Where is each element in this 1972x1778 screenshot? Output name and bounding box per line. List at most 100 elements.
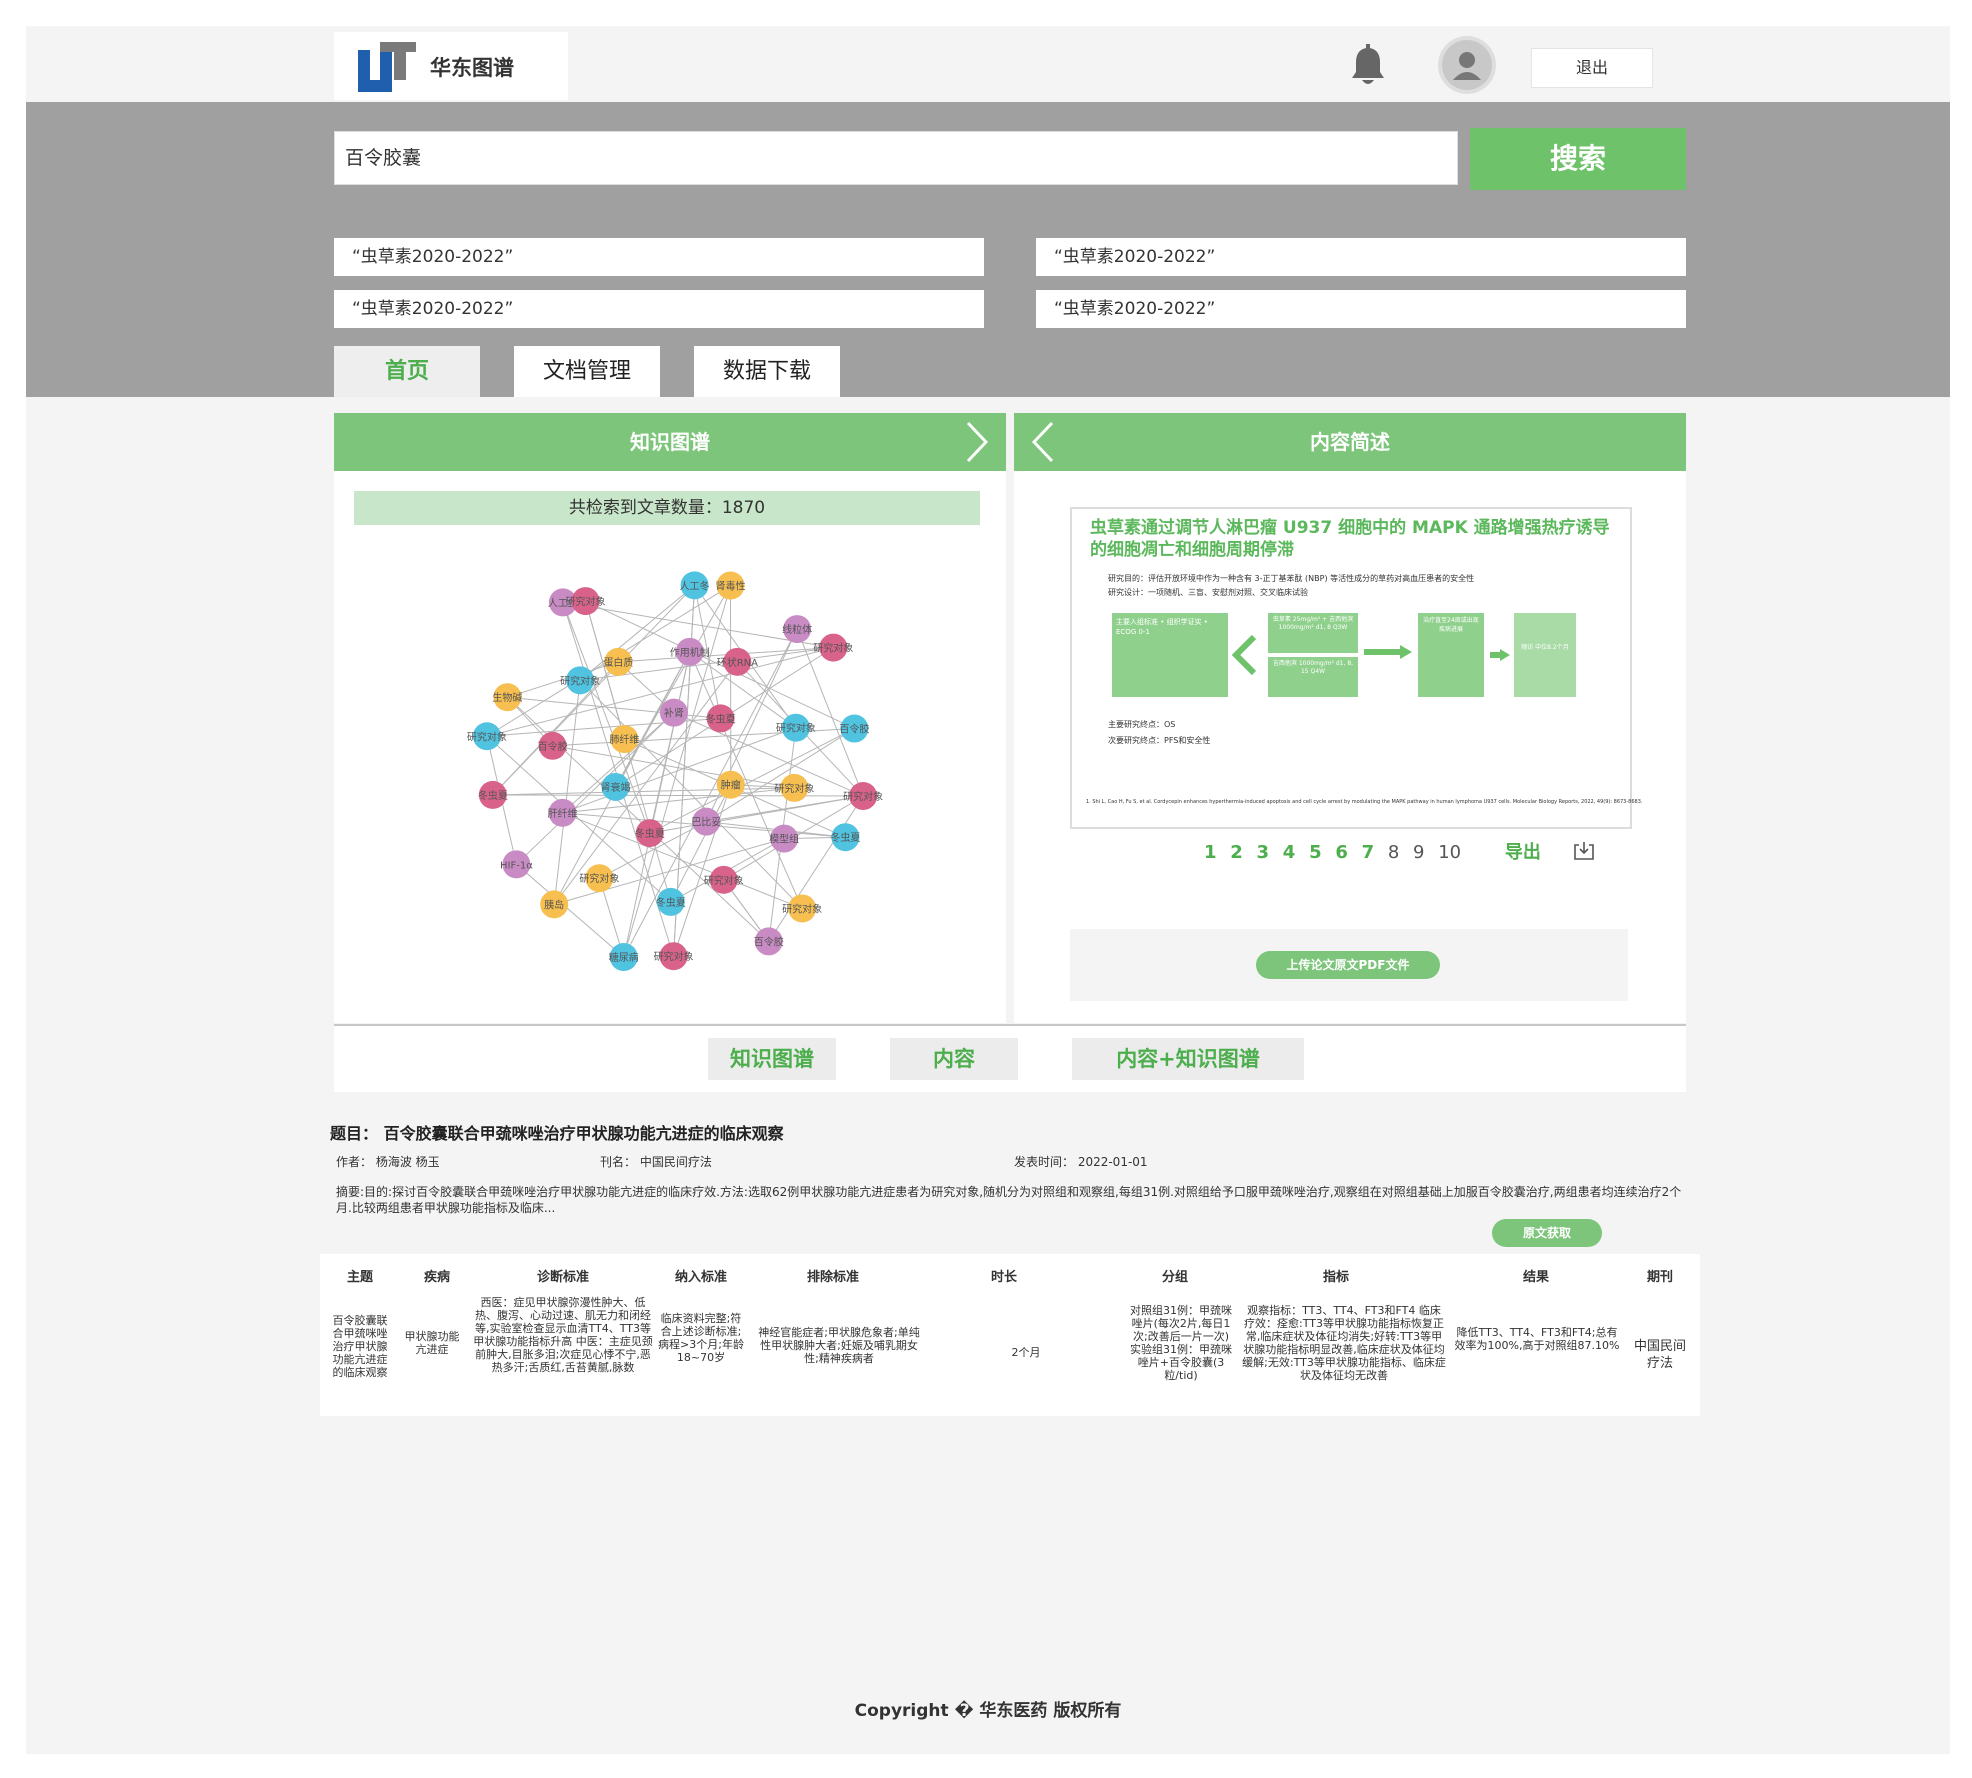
- app-frame: 华东图谱 退出 百令胶囊 搜索 “虫草素2020-2022” “虫草素2020-…: [26, 26, 1950, 1754]
- graph-node[interactable]: 研究对象: [579, 864, 619, 893]
- tab-data-download[interactable]: 数据下载: [694, 346, 840, 397]
- search-input[interactable]: 百令胶囊: [334, 131, 1458, 185]
- graph-node[interactable]: 肾衰竭: [601, 772, 631, 801]
- table-cell: 甲状腺功能亢进症: [404, 1330, 460, 1356]
- table-cell: 西医：症见甲状腺弥漫性肿大、低热、腹泻、心动过速、肌无力和闭经等,实验室检查显示…: [473, 1296, 653, 1374]
- graph-node-label: 研究对象: [782, 902, 822, 915]
- search-button[interactable]: 搜索: [1470, 128, 1686, 190]
- graph-node[interactable]: 研究对象: [467, 722, 507, 751]
- page-9[interactable]: 9: [1413, 842, 1424, 863]
- graph-node-label: 肾衰竭: [601, 781, 631, 794]
- graph-node-label: 肿瘤: [721, 779, 741, 792]
- chevron-right-icon[interactable]: [964, 421, 990, 463]
- graph-edge: [649, 651, 691, 834]
- page-8[interactable]: 8: [1388, 842, 1399, 863]
- user-icon: [1442, 40, 1492, 90]
- graph-node[interactable]: 研究对象: [774, 773, 814, 802]
- paper-secondary-endpoint: 次要研究终点：PFS和安全性: [1108, 736, 1211, 745]
- suggestion-1[interactable]: “虫草素2020-2022”: [334, 238, 984, 276]
- graph-node[interactable]: 研究对象: [813, 633, 853, 662]
- graph-node[interactable]: 冬虫夏: [478, 780, 508, 809]
- suggestion-3[interactable]: “虫草素2020-2022”: [334, 290, 984, 328]
- paper-preview-card[interactable]: 虫草素通过调节人淋巴瘤 U937 细胞中的 MAPK 通路增强热疗诱导的细胞凋亡…: [1070, 507, 1642, 829]
- graph-node-label: 肺纤维: [609, 733, 639, 746]
- view-knowledge-graph-button[interactable]: 知识图谱: [708, 1038, 836, 1080]
- graph-node-label: 研究对象: [813, 642, 853, 655]
- content-summary-header: 内容简述: [1014, 413, 1686, 471]
- logo-text: 华东图谱: [430, 56, 514, 80]
- paper-reference: 1. Shi L, Cao H, Fu S, et al. Cordycepin…: [1086, 799, 1643, 805]
- table-header: 主题: [346, 1270, 373, 1285]
- view-content-graph-button[interactable]: 内容+知识图谱: [1072, 1038, 1304, 1080]
- graph-node-label: 研究对象: [579, 872, 619, 885]
- graph-node-label: 研究对象: [704, 874, 744, 887]
- tab-document-management[interactable]: 文档管理: [514, 346, 660, 397]
- knowledge-graph[interactable]: 研究对象冬虫夏研究对象百令胶研究对象糖尿病胰岛HIF-1α冬虫夏研究对象生物碱人…: [454, 538, 894, 998]
- get-original-button[interactable]: 原文获取: [1492, 1219, 1602, 1247]
- graph-node[interactable]: 百令胶: [839, 714, 869, 743]
- graph-node-label: 补肾: [664, 707, 684, 720]
- graph-node[interactable]: 环状RNA: [717, 647, 758, 676]
- page-1[interactable]: 1: [1204, 842, 1217, 863]
- graph-edge: [552, 745, 795, 789]
- graph-node-label: 巴比妥: [691, 817, 721, 829]
- graph-node-label: 胰岛: [544, 898, 564, 911]
- content-summary-panel: 内容简述 虫草素通过调节人淋巴瘤 U937 细胞中的 MAPK 通路增强热疗诱导…: [1014, 413, 1686, 1023]
- export-button[interactable]: 导出: [1505, 842, 1541, 863]
- graph-node[interactable]: 冬虫夏: [830, 823, 860, 852]
- arrow-right-icon: [1490, 649, 1510, 661]
- suggestion-2[interactable]: “虫草素2020-2022”: [1036, 238, 1686, 276]
- graph-edge: [492, 794, 864, 797]
- top-bar: 华东图谱 退出: [26, 26, 1950, 102]
- graph-node-label: 冬虫夏: [635, 827, 665, 840]
- graph-node-label: 糖尿病: [609, 951, 639, 964]
- graph-node[interactable]: 肿瘤: [716, 770, 745, 799]
- page-6[interactable]: 6: [1335, 842, 1348, 863]
- table-cell: 2个月: [1011, 1346, 1041, 1359]
- article-title: 题目： 百令胶囊联合甲巯咪唑治疗甲状腺功能亢进症的临床观察: [330, 1124, 784, 1143]
- bell-icon[interactable]: [1348, 44, 1388, 88]
- graph-node-label: 研究对象: [776, 722, 816, 735]
- graph-node[interactable]: 胰岛: [540, 890, 569, 919]
- page-5[interactable]: 5: [1309, 842, 1322, 863]
- table-header: 诊断标准: [536, 1270, 589, 1285]
- chevron-left-icon[interactable]: [1030, 421, 1056, 463]
- bracket-arrow-icon: [1232, 635, 1257, 675]
- graph-node[interactable]: 研究对象: [782, 894, 822, 923]
- tab-home[interactable]: 首页: [334, 346, 480, 397]
- logo[interactable]: 华东图谱: [334, 32, 568, 100]
- graph-node[interactable]: 肾毒性: [716, 571, 746, 600]
- page-7[interactable]: 7: [1362, 842, 1375, 863]
- upload-pdf-button[interactable]: 上传论文原文PDF文件: [1256, 951, 1440, 979]
- graph-node[interactable]: 研究对象: [654, 942, 694, 971]
- graph-node[interactable]: 肺纤维: [609, 725, 639, 754]
- paper-objective: 研究目的：评估开放环境中作为一种含有 3-正丁基苯酞 (NBP) 等活性成分的草…: [1108, 574, 1475, 583]
- graph-node[interactable]: 补肾: [659, 698, 688, 727]
- article-abstract: 摘要:目的:探讨百令胶囊联合甲巯咪唑治疗甲状腺功能亢进症的临床疗效.方法:选取6…: [336, 1185, 1682, 1215]
- graph-node-label: 生物碱: [492, 691, 522, 704]
- table-header: 期刊: [1646, 1270, 1673, 1285]
- graph-node[interactable]: 线粒体: [782, 615, 812, 644]
- graph-edge: [768, 795, 864, 942]
- graph-node[interactable]: 糖尿病: [609, 943, 639, 972]
- graph-node[interactable]: 研究对象: [843, 782, 883, 811]
- page-10[interactable]: 10: [1438, 842, 1461, 863]
- upload-area: 上传论文原文PDF文件: [1070, 929, 1628, 1001]
- suggestion-4[interactable]: “虫草素2020-2022”: [1036, 290, 1686, 328]
- graph-node[interactable]: 研究对象: [704, 865, 744, 894]
- avatar[interactable]: [1438, 36, 1496, 94]
- search-band: 百令胶囊 搜索 “虫草素2020-2022” “虫草素2020-2022” “虫…: [26, 102, 1950, 397]
- graph-node[interactable]: 人工冬: [680, 571, 710, 600]
- graph-node-label: 线粒体: [782, 623, 812, 636]
- page-3[interactable]: 3: [1257, 842, 1270, 863]
- page-4[interactable]: 4: [1283, 842, 1296, 863]
- extraction-table: 主题 疾病 诊断标准 纳入标准 排除标准 时长 分组 指标 结果 期刊 百令胶囊…: [320, 1254, 1700, 1416]
- page-2[interactable]: 2: [1230, 842, 1243, 863]
- table-cell: 中国民间疗法: [1633, 1339, 1686, 1371]
- view-content-button[interactable]: 内容: [890, 1038, 1018, 1080]
- table-header: 指标: [1322, 1270, 1349, 1285]
- table-cell: 观察指标：TT3、TT4、FT3和FT4 临床疗效：痊愈:TT3等甲状腺功能指标…: [1242, 1304, 1446, 1382]
- graph-node[interactable]: 百令胶: [538, 731, 568, 760]
- logout-button[interactable]: 退出: [1531, 48, 1653, 88]
- export-icon[interactable]: [1573, 841, 1595, 861]
